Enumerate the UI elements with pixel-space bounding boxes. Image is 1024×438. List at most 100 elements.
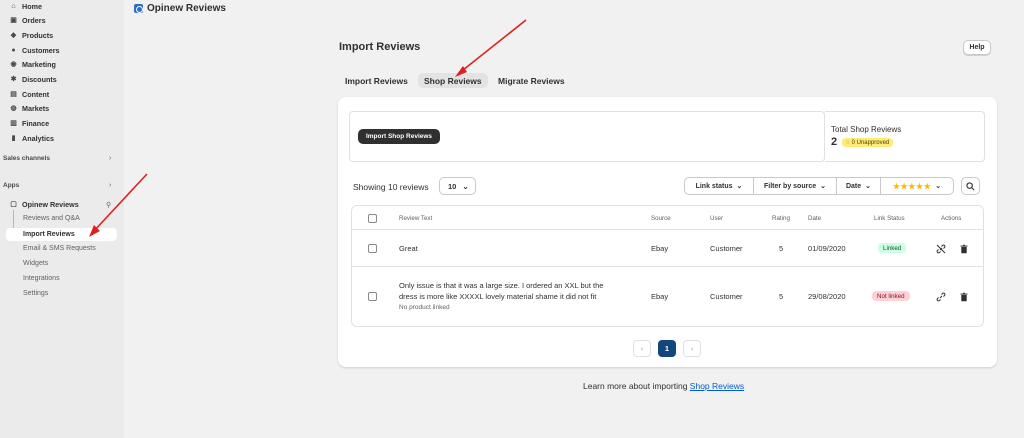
sidebar-item-orders[interactable]: ▣ Orders (10, 14, 45, 26)
total-label: Total Shop Reviews (831, 125, 902, 134)
filter-label: Filter by source (763, 182, 817, 190)
sidebar-sub-widgets[interactable]: Widgets (23, 260, 48, 267)
sidebar-item-label: Analytics (22, 133, 54, 143)
sidebar-item-label: Marketing (22, 59, 56, 69)
tag-icon: ◆ (10, 31, 17, 39)
orders-icon: ▣ (10, 16, 17, 24)
marketing-icon: ◉ (10, 60, 17, 68)
apps-heading[interactable]: Apps (3, 182, 19, 189)
filter-label: Date (845, 182, 862, 190)
sidebar-item-products[interactable]: ◆ Products (10, 29, 53, 41)
sidebar-item-content[interactable]: ▤ Content (10, 88, 49, 100)
review-date: 01/09/2020 (808, 244, 846, 253)
tab-shop-reviews[interactable]: Shop Reviews (418, 73, 488, 88)
home-icon: ⌂ (11, 2, 16, 10)
import-shop-reviews-button[interactable]: Import Shop Reviews (358, 129, 440, 144)
chevron-down-icon: ⌄ (736, 183, 743, 190)
review-rating: 5 (779, 292, 784, 301)
rating-filter[interactable]: ★★★★★ ⌄ (880, 177, 954, 195)
sidebar-sub-import-reviews[interactable]: Import Reviews (6, 228, 117, 241)
sidebar-item-opinew-reviews[interactable]: ▢ Opinew Reviews (10, 198, 79, 210)
row-divider (352, 266, 983, 267)
sales-channels-heading[interactable]: Sales channels (3, 155, 50, 162)
chevron-down-icon: ⌄ (935, 183, 942, 190)
globe-icon: ◍ (10, 104, 17, 112)
app-icon: ▢ (10, 200, 17, 208)
link-status-filter[interactable]: Link status ⌄ (684, 177, 754, 195)
row-checkbox[interactable] (368, 292, 377, 301)
sidebar-item-customers[interactable]: ● Customers (10, 44, 60, 56)
chevron-right-icon[interactable]: › (109, 155, 111, 162)
row-divider (352, 229, 983, 230)
chevron-down-icon: ⌄ (462, 181, 469, 191)
sidebar-item-analytics[interactable]: ▮ Analytics (10, 132, 54, 144)
link-icon[interactable] (936, 292, 946, 302)
sidebar-sub-reviews-qa[interactable]: Reviews and Q&A (23, 215, 80, 222)
date-filter[interactable]: Date ⌄ (836, 177, 881, 195)
app-title: Opinew Reviews (134, 3, 226, 14)
sidebar-item-label: Content (22, 89, 50, 99)
select-all-checkbox[interactable] (368, 214, 377, 223)
column-header: User (710, 215, 724, 222)
unlink-icon[interactable] (936, 244, 946, 254)
chevron-right-icon[interactable]: › (109, 182, 111, 189)
sidebar-sub-integrations[interactable]: Integrations (23, 275, 60, 282)
page-title: Import Reviews (339, 41, 421, 53)
sidebar-item-label: Customers (22, 45, 60, 55)
tab-migrate-reviews[interactable]: Migrate Reviews (492, 73, 571, 88)
filter-label: Link status (695, 182, 733, 190)
next-page-button[interactable]: › (683, 340, 701, 357)
sidebar-sub-label: Import Reviews (23, 231, 75, 238)
help-button[interactable]: Help (963, 40, 991, 55)
search-icon (966, 181, 975, 190)
sidebar-item-label: Finance (22, 118, 50, 128)
content-icon: ▤ (10, 90, 17, 98)
review-rating: 5 (779, 244, 784, 253)
column-header: Link Status (874, 215, 905, 222)
pagination: ‹ 1 › (633, 340, 701, 357)
reviews-table: Review Text Source User Rating Date Link… (351, 205, 984, 327)
search-button[interactable] (961, 177, 980, 195)
discount-icon: ✱ (10, 75, 17, 83)
source-filter[interactable]: Filter by source ⌄ (753, 177, 837, 195)
sidebar-sub-settings[interactable]: Settings (23, 290, 48, 297)
opinew-logo-icon (134, 4, 143, 13)
status-badge: Linked (878, 243, 907, 253)
sidebar-item-label: Markets (22, 103, 50, 113)
annotation-arrow (455, 19, 527, 77)
prev-page-button[interactable]: ‹ (633, 340, 651, 357)
review-user: Customer (710, 244, 743, 253)
tab-import-reviews[interactable]: Import Reviews (339, 73, 414, 88)
current-page-button[interactable]: 1 (658, 340, 676, 357)
pin-icon[interactable]: ⚲ (106, 201, 111, 209)
unapproved-text: 0 Unapproved (851, 139, 890, 146)
sidebar-item-finance[interactable]: ▥ Finance (10, 117, 49, 129)
review-text: Great (399, 244, 418, 253)
footer-help-text: Learn more about importing Shop Reviews (583, 381, 744, 391)
showing-count: Showing 10 reviews (353, 182, 429, 192)
tree-line (13, 210, 14, 227)
delete-icon[interactable] (959, 244, 969, 254)
sidebar-sub-email-sms[interactable]: Email & SMS Requests (23, 245, 96, 252)
total-box: Total Shop Reviews 2 ◌ 0 Unapproved (825, 111, 985, 162)
sidebar-item-label: Discounts (22, 74, 57, 84)
shop-reviews-card: Import Shop Reviews Total Shop Reviews 2… (338, 97, 997, 367)
row-checkbox[interactable] (368, 244, 377, 253)
clock-icon: ◌ (846, 139, 850, 146)
review-user: Customer (710, 292, 743, 301)
unapproved-badge: ◌ 0 Unapproved (842, 138, 894, 147)
column-header: Source (651, 215, 671, 222)
review-source: Ebay (651, 244, 669, 253)
status-badge: Not linked (872, 291, 910, 301)
sidebar-item-discounts[interactable]: ✱ Discounts (10, 73, 57, 85)
sidebar-item-markets[interactable]: ◍ Markets (10, 102, 49, 114)
per-page-select[interactable]: 10 ⌄ (439, 177, 476, 195)
sidebar-item-marketing[interactable]: ◉ Marketing (10, 58, 56, 70)
sidebar-item-home[interactable]: ⌂ Home (10, 0, 42, 12)
column-header: Rating (772, 215, 790, 222)
shop-reviews-link[interactable]: Shop Reviews (690, 381, 744, 391)
review-text-continued: dress is more like XXXXL lovely material… (399, 292, 597, 301)
delete-icon[interactable] (959, 292, 969, 302)
sidebar: ⌂ Home ▣ Orders ◆ Products ● Customers ◉ Mark… (0, 0, 124, 438)
import-box: Import Shop Reviews (349, 111, 825, 162)
